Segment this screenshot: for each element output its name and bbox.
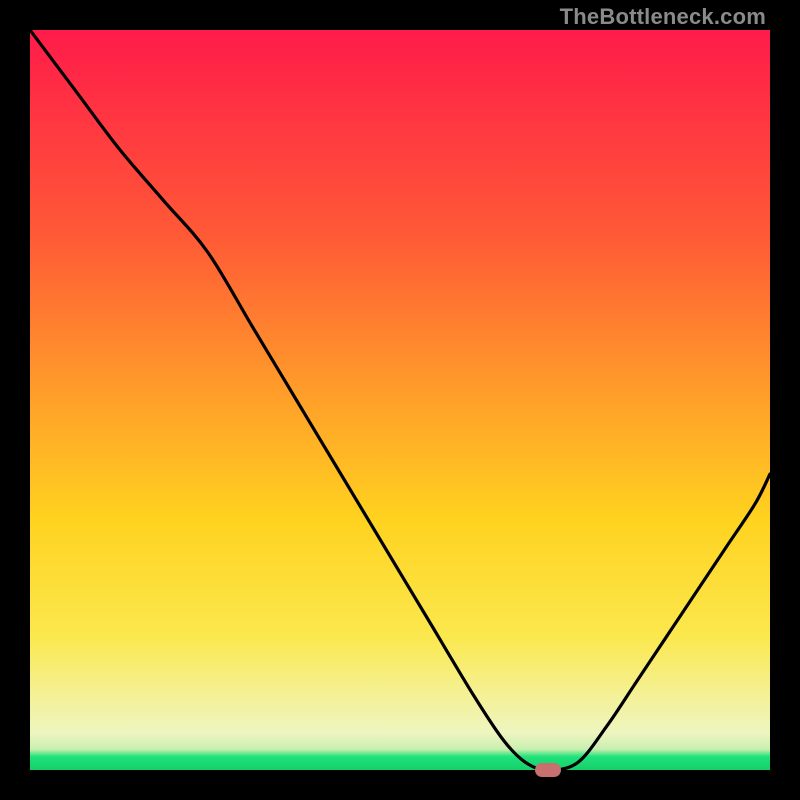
watermark-text: TheBottleneck.com xyxy=(560,4,766,30)
chart-frame xyxy=(30,30,770,770)
bottleneck-plot xyxy=(30,30,770,770)
gradient-background xyxy=(30,30,770,770)
